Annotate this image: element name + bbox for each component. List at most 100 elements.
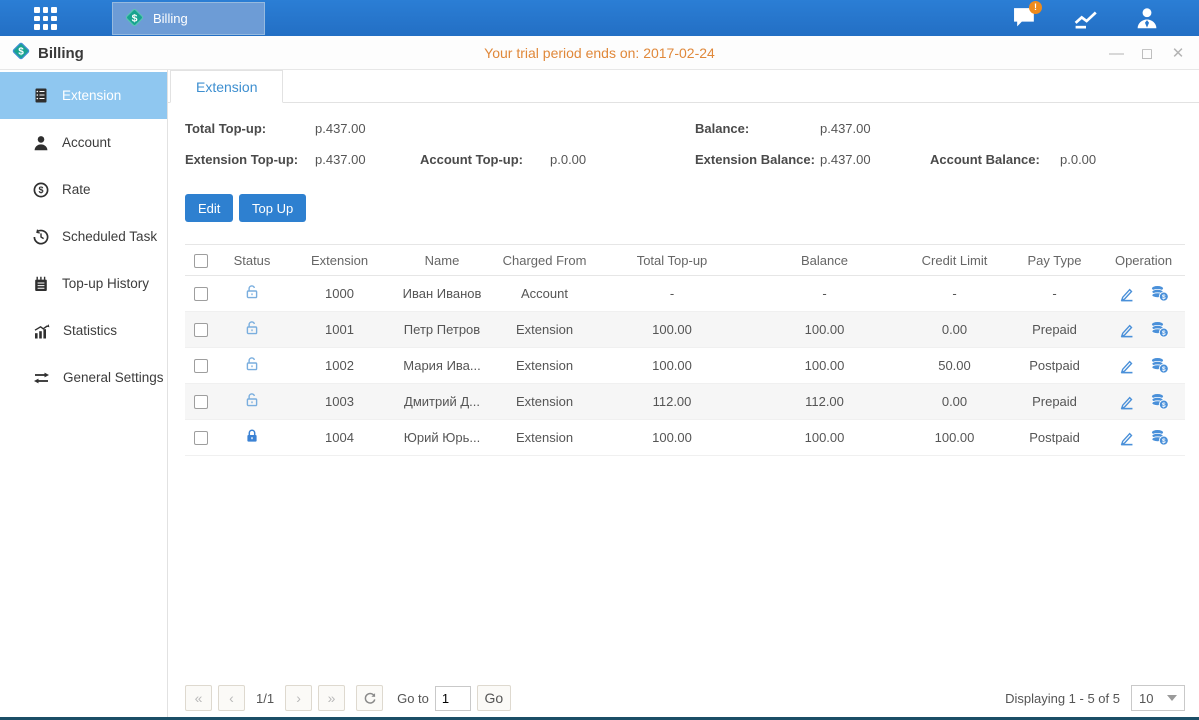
sidebar-item-label: Rate (62, 182, 91, 197)
minimize-icon[interactable]: — (1109, 45, 1123, 62)
sidebar-item-statistics[interactable]: Statistics (0, 307, 167, 354)
sidebar-item-label: Extension (62, 88, 121, 103)
row-checkbox[interactable] (194, 359, 208, 373)
topbar-icons: ! (1011, 0, 1161, 36)
window-controls: — ◻ ✕ (1109, 36, 1185, 70)
row-checkbox[interactable] (194, 395, 208, 409)
notifications-icon[interactable]: ! (1011, 5, 1039, 31)
ledger-icon (33, 87, 49, 104)
first-page-button[interactable]: « (185, 685, 212, 711)
col-extension: Extension (287, 245, 392, 276)
page-size-select[interactable]: 10 (1131, 685, 1185, 711)
edit-row-button[interactable] (1118, 393, 1135, 410)
edit-row-button[interactable] (1118, 357, 1135, 374)
bar-chart-icon (33, 323, 50, 339)
top-up-row-button[interactable]: $ (1150, 321, 1169, 338)
select-all-checkbox[interactable] (194, 254, 208, 268)
extension-balance-value: p.437.00 (820, 152, 871, 167)
lock-status-icon[interactable] (244, 288, 260, 303)
dollar-circle-icon: $ (33, 182, 49, 198)
edit-row-button[interactable] (1118, 285, 1135, 302)
col-total-topup: Total Top-up (597, 245, 747, 276)
cell-credit-limit: 50.00 (902, 348, 1007, 384)
account-topup-label: Account Top-up: (420, 152, 523, 167)
next-page-button[interactable]: › (285, 685, 312, 711)
top-up-button[interactable]: Top Up (239, 194, 306, 222)
sidebar-item-account[interactable]: Account (0, 119, 167, 166)
balance-value: p.437.00 (820, 121, 871, 136)
close-icon[interactable]: ✕ (1171, 44, 1185, 62)
maximize-icon[interactable]: ◻ (1140, 44, 1154, 62)
edit-row-button[interactable] (1118, 321, 1135, 338)
cell-charged-from: Extension (492, 420, 597, 456)
go-button[interactable]: Go (477, 685, 511, 711)
topbar-tab-billing[interactable]: $ Billing (112, 2, 265, 35)
cell-pay-type: Postpaid (1007, 348, 1102, 384)
edit-row-button[interactable] (1118, 429, 1135, 446)
topbar: $ Billing ! (0, 0, 1199, 36)
prev-page-button[interactable]: ‹ (218, 685, 245, 711)
sidebar-item-label: Account (62, 135, 111, 150)
top-up-row-button[interactable]: $ (1150, 393, 1169, 410)
app-launcher-icon[interactable] (34, 7, 57, 30)
total-topup-label: Total Top-up: (185, 121, 266, 136)
col-status: Status (217, 245, 287, 276)
col-charged-from: Charged From (492, 245, 597, 276)
row-checkbox[interactable] (194, 323, 208, 337)
goto-page-input[interactable] (435, 686, 471, 711)
total-topup-value: p.437.00 (315, 121, 366, 136)
cell-extension: 1004 (287, 420, 392, 456)
cell-total-topup: 100.00 (597, 348, 747, 384)
svg-text:$: $ (1162, 402, 1166, 409)
refresh-button[interactable] (356, 685, 383, 711)
col-name: Name (392, 245, 492, 276)
refresh-icon (363, 691, 377, 705)
sidebar-item-scheduled-task[interactable]: Scheduled Task (0, 213, 167, 260)
svg-text:$: $ (132, 12, 138, 24)
resource-monitor-icon[interactable] (1072, 5, 1100, 31)
sidebar-item-general-settings[interactable]: General Settings (0, 354, 167, 401)
cell-name: Иван Иванов (392, 276, 492, 312)
app-body: Extension Account $ Rate Scheduled Task … (0, 70, 1199, 717)
lock-status-icon[interactable] (244, 396, 260, 411)
extensions-table: Status Extension Name Charged From Total… (185, 244, 1185, 456)
sidebar: Extension Account $ Rate Scheduled Task … (0, 70, 168, 717)
balance-label: Balance: (695, 121, 749, 136)
lock-status-icon[interactable] (244, 432, 260, 447)
sidebar-item-rate[interactable]: $ Rate (0, 166, 167, 213)
notepad-icon (33, 276, 49, 292)
cell-extension: 1001 (287, 312, 392, 348)
edit-button[interactable]: Edit (185, 194, 233, 222)
sidebar-item-topup-history[interactable]: Top-up History (0, 260, 167, 307)
window-titlebar: Your trial period ends on: 2017-02-24 $ … (0, 36, 1199, 70)
extension-balance-label: Extension Balance: (695, 152, 815, 167)
row-checkbox[interactable] (194, 431, 208, 445)
billing-window-icon: $ (11, 41, 31, 65)
tab-extension[interactable]: Extension (170, 70, 283, 103)
top-up-row-button[interactable]: $ (1150, 285, 1169, 302)
clock-history-icon (33, 229, 49, 245)
cell-balance: 100.00 (747, 420, 902, 456)
top-up-row-button[interactable]: $ (1150, 357, 1169, 374)
row-checkbox[interactable] (194, 287, 208, 301)
svg-text:$: $ (1162, 330, 1166, 337)
cell-name: Мария Ива... (392, 348, 492, 384)
lock-status-icon[interactable] (244, 360, 260, 375)
pagination: « ‹ 1/1 › » Go to Go (185, 683, 511, 713)
user-account-icon[interactable] (1133, 5, 1161, 31)
sidebar-item-extension[interactable]: Extension (0, 72, 167, 119)
page-indicator: 1/1 (256, 691, 274, 706)
svg-text:$: $ (1162, 366, 1166, 373)
lock-status-icon[interactable] (244, 324, 260, 339)
sidebar-item-label: Top-up History (62, 276, 149, 291)
last-page-button[interactable]: » (318, 685, 345, 711)
cell-credit-limit: 0.00 (902, 384, 1007, 420)
table-row: 1002Мария Ива...Extension100.00100.0050.… (185, 348, 1185, 384)
cell-pay-type: Prepaid (1007, 312, 1102, 348)
cell-name: Юрий Юрь... (392, 420, 492, 456)
topbar-tab-label: Billing (153, 11, 188, 26)
cell-balance: 112.00 (747, 384, 902, 420)
window-title-group: $ Billing (11, 36, 84, 70)
top-up-row-button[interactable]: $ (1150, 429, 1169, 446)
sidebar-item-label: General Settings (63, 370, 164, 385)
